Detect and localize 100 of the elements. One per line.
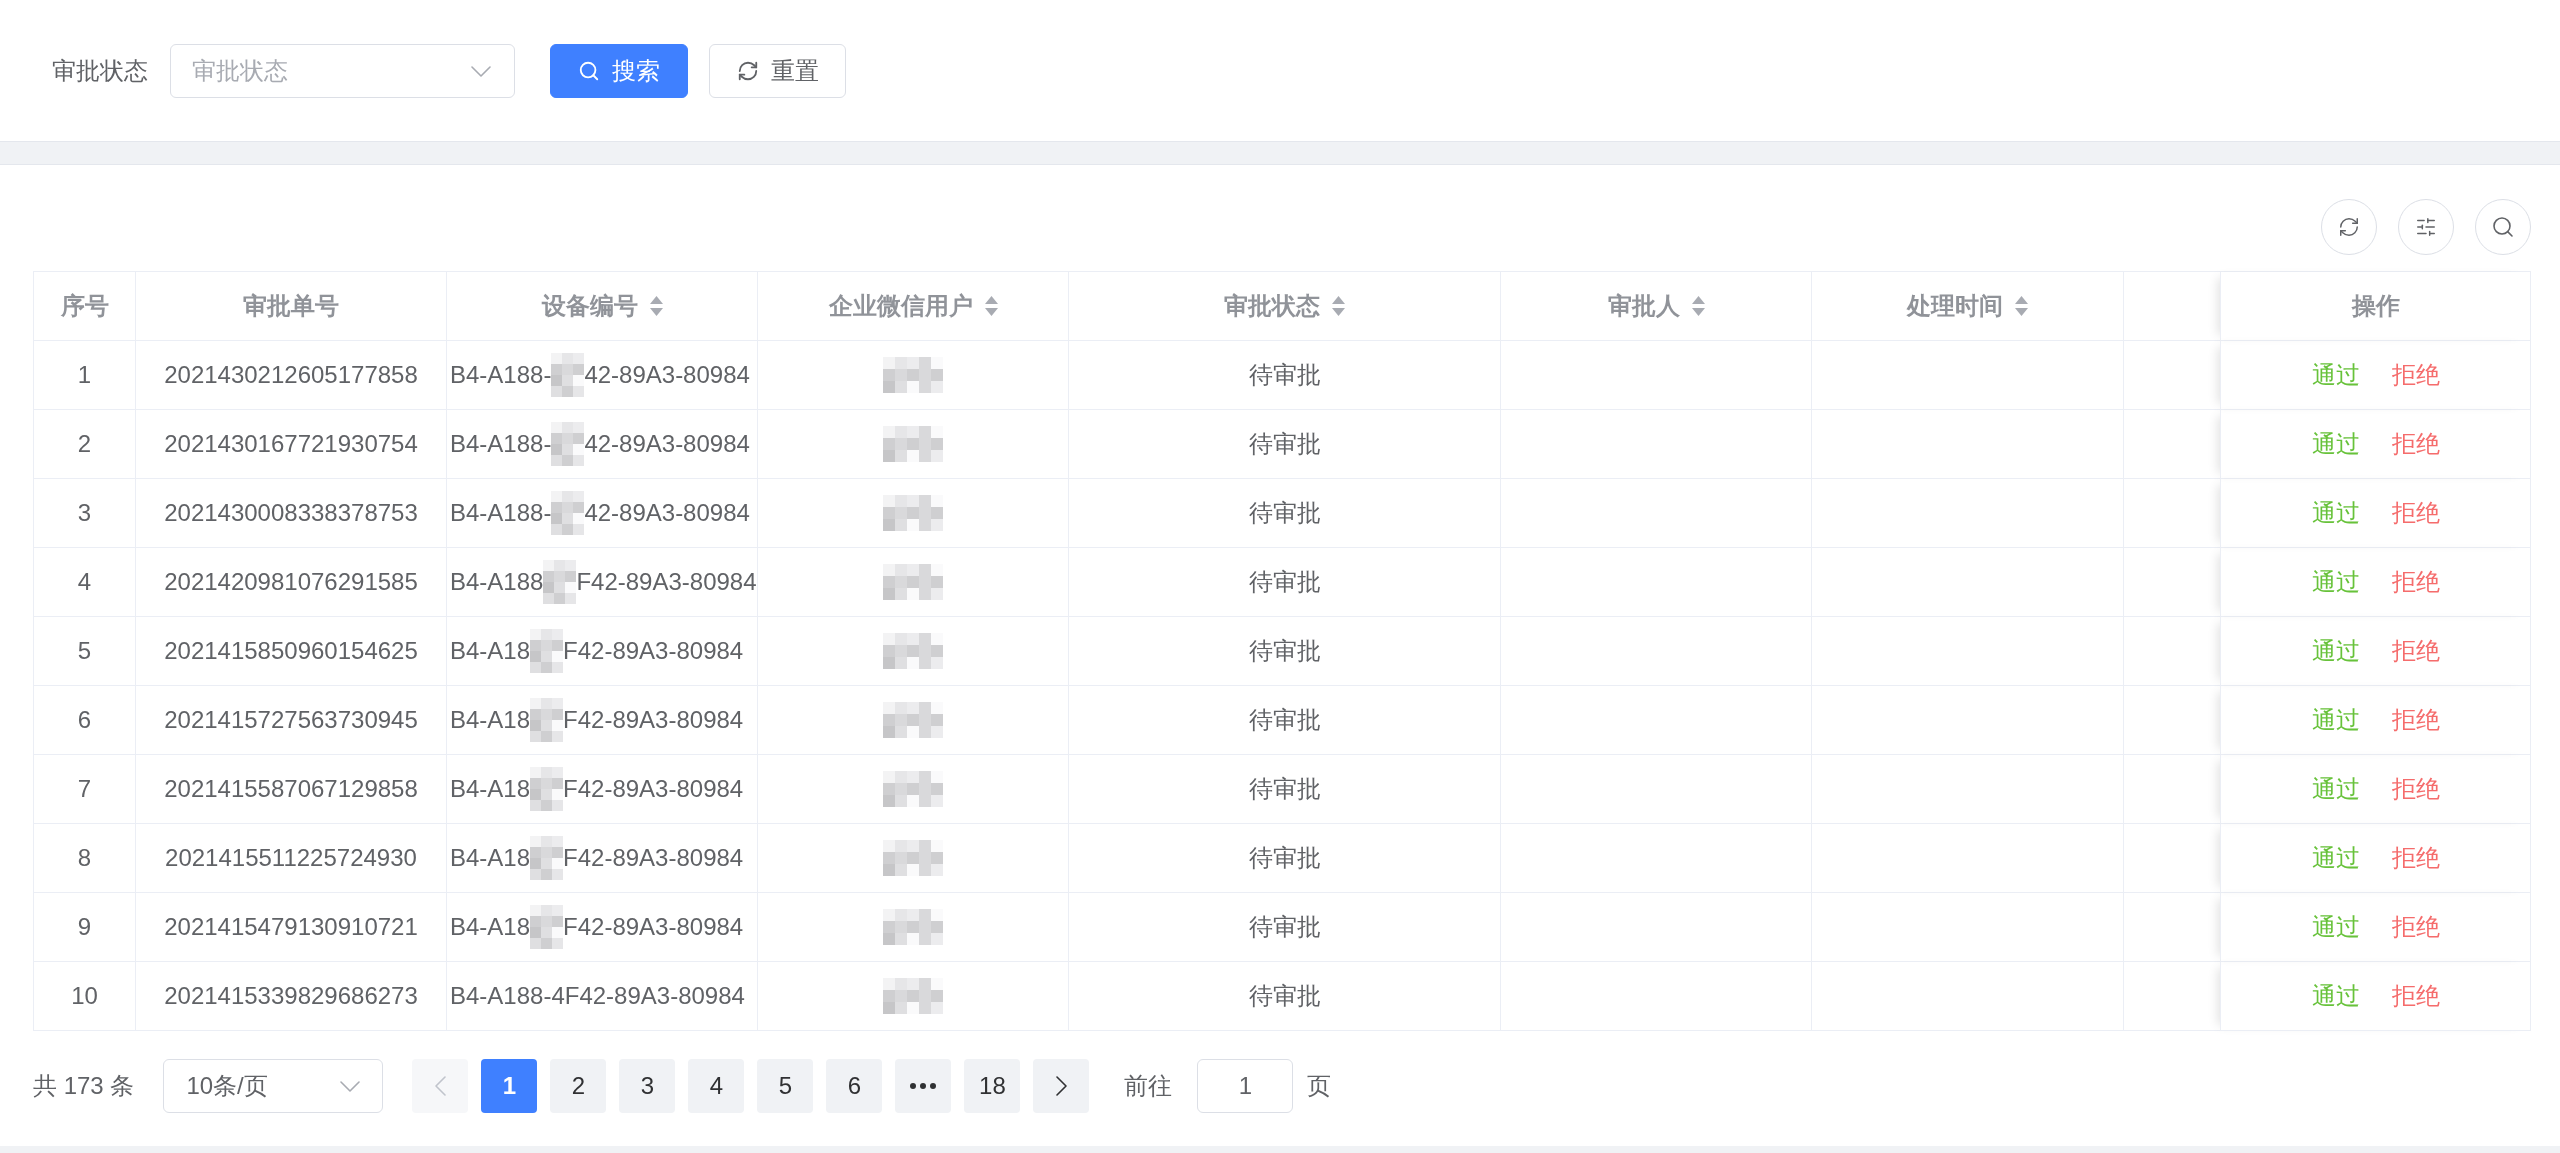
column-header: 设备编号 [541,291,638,321]
page-button[interactable]: 18 [964,1059,1021,1113]
reject-link[interactable]: 拒绝 [2391,564,2440,600]
sort-icon[interactable] [984,296,998,316]
pixelated-block [543,560,577,604]
device-id-text: F42-89A3-80984 [563,843,744,873]
chevron-down-icon [340,1080,361,1092]
approve-link[interactable]: 通过 [2311,771,2360,807]
device-id-text: B4-A18 [450,705,531,735]
reject-link[interactable]: 拒绝 [2391,840,2440,876]
reject-link[interactable]: 拒绝 [2391,633,2440,669]
device-id-text: B4-A188 [450,567,544,597]
row-number: 10 [71,981,98,1011]
chevron-left-icon [434,1076,446,1096]
page-button[interactable]: 4 [688,1059,745,1113]
reset-button[interactable]: 重置 [709,43,846,98]
reject-link[interactable]: 拒绝 [2391,702,2440,738]
approve-link[interactable]: 通过 [2311,633,2360,669]
reject-link[interactable]: 拒绝 [2391,426,2440,462]
approve-link[interactable]: 通过 [2311,564,2360,600]
approval-number: 2021430167721930754 [164,429,418,459]
row-number: 5 [77,636,92,666]
device-id-text: F42-89A3-80984 [563,912,744,942]
status-text: 待审批 [1248,567,1321,597]
approval-number: 2021415511225724930 [165,843,417,873]
refresh-icon [736,59,759,82]
column-header: 审批人 [1607,291,1680,321]
status-text: 待审批 [1248,843,1321,873]
chevron-right-icon [1055,1076,1067,1096]
status-text: 待审批 [1248,360,1321,390]
reject-link[interactable]: 拒绝 [2391,978,2440,1014]
more-pages-button[interactable] [895,1059,952,1113]
sort-icon[interactable] [2015,296,2028,316]
column-header: 处理时间 [1907,291,2003,321]
approve-link[interactable]: 通过 [2311,840,2360,876]
row-number: 6 [77,705,92,735]
status-text: 待审批 [1248,912,1321,942]
sort-icon[interactable] [1691,296,1705,316]
approve-link[interactable]: 通过 [2311,426,2360,462]
approval-number: 2021430212605177858 [164,360,418,390]
column-header: 企业微信用户 [828,291,973,321]
device-id-text: B4-A188-4F42-89A3-80984 [450,981,745,1011]
page-button[interactable]: 1 [481,1059,538,1113]
pixelated-block [530,698,564,742]
page-jump-input[interactable]: 1 [1197,1059,1294,1113]
device-id-text: B4-A18 [450,636,531,666]
device-id-text: F42-89A3-80984 [563,774,744,804]
reject-link[interactable]: 拒绝 [2391,357,2440,393]
status-text: 待审批 [1248,774,1321,804]
approve-link[interactable]: 通过 [2311,978,2360,1014]
filter-label: 审批状态 [52,55,148,86]
device-id-text: B4-A188- [450,360,552,390]
device-id-text: F42-89A3-80984 [563,705,744,735]
device-id-text: B4-A18 [450,843,531,873]
page-button[interactable]: 5 [757,1059,814,1113]
approve-link[interactable]: 通过 [2311,909,2360,945]
more-dots-icon [910,1083,937,1089]
device-id-text: B4-A188- [450,498,552,528]
status-text: 待审批 [1248,429,1321,459]
total-count: 共 173 条 [33,1071,135,1101]
sort-icon[interactable] [649,296,663,316]
page-button[interactable]: 3 [619,1059,676,1113]
approval-number: 2021420981076291585 [164,567,418,597]
device-id-text: B4-A18 [450,774,531,804]
approval-number: 2021415339829686273 [164,981,418,1011]
device-id-text: 42-89A3-80984 [584,429,750,459]
row-number: 4 [77,567,92,597]
approval-number: 2021415850960154625 [164,636,418,666]
approval-number: 2021415587067129858 [164,774,418,804]
pixelated-block [530,767,564,811]
pixelated-block [551,422,585,466]
reject-link[interactable]: 拒绝 [2391,909,2440,945]
row-number: 1 [77,360,92,390]
reject-link[interactable]: 拒绝 [2391,495,2440,531]
pixelated-block [530,629,564,673]
search-button[interactable]: 搜索 [550,43,688,98]
approve-link[interactable]: 通过 [2311,495,2360,531]
status-text: 待审批 [1248,498,1321,528]
device-id-text: F42-89A3-80984 [563,636,744,666]
reject-link[interactable]: 拒绝 [2391,771,2440,807]
sort-icon[interactable] [1332,296,1345,316]
column-header: 审批状态 [1224,291,1320,321]
page-size-select[interactable]: 10条/页 [163,1059,384,1113]
device-id-text: 42-89A3-80984 [584,360,750,390]
approval-number: 2021415727563730945 [164,705,418,735]
status-text: 待审批 [1248,636,1321,666]
chevron-down-icon [471,65,491,77]
page-suffix: 页 [1307,1071,1332,1101]
device-id-text: B4-A188- [450,429,552,459]
pixelated-block [551,353,585,397]
approve-link[interactable]: 通过 [2311,357,2360,393]
device-id-text: B4-A18 [450,912,531,942]
page-button[interactable]: 6 [826,1059,883,1113]
refresh-icon [2338,216,2360,238]
approve-link[interactable]: 通过 [2311,702,2360,738]
search-icon [2491,215,2515,239]
status-select[interactable]: 审批状态 [170,43,515,98]
row-number: 7 [77,774,92,804]
page-button[interactable]: 2 [550,1059,607,1113]
device-id-text: 42-89A3-80984 [584,498,750,528]
